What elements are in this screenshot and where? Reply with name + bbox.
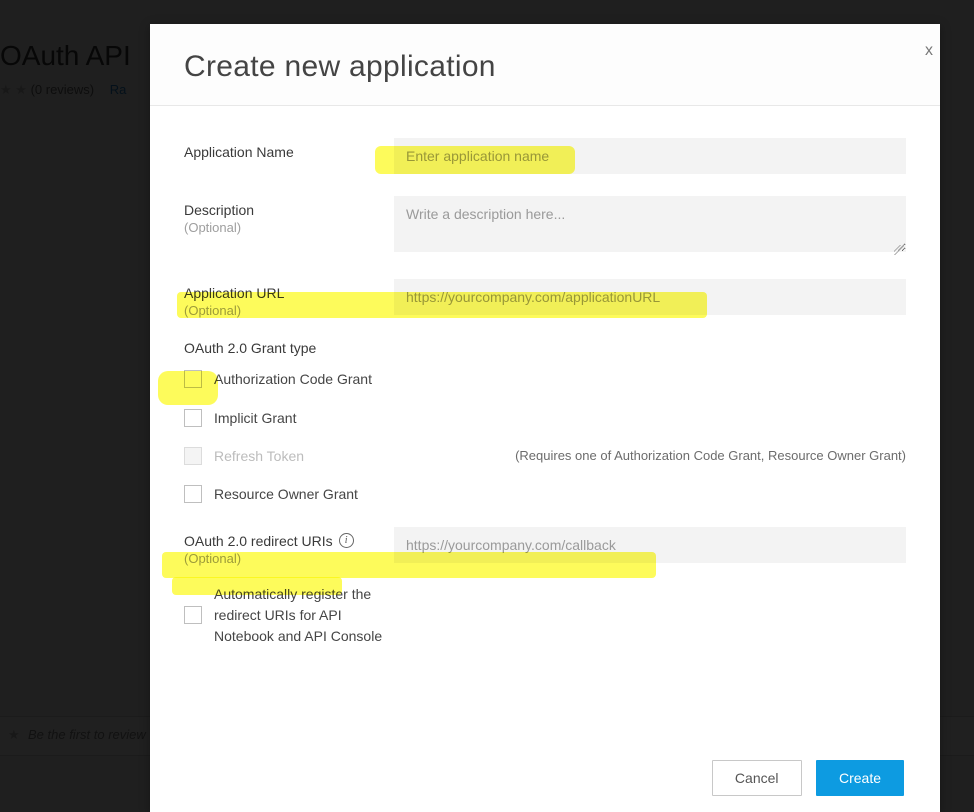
description-input[interactable]: [394, 196, 906, 252]
checkbox-refresh-token: [184, 447, 202, 465]
label-application-url: Application URL: [184, 285, 284, 301]
modal-header: Create new application: [150, 24, 940, 106]
grant-implicit[interactable]: Implicit Grant: [184, 409, 906, 427]
label-application-url-optional: (Optional): [184, 303, 394, 318]
checkbox-auto-register[interactable]: [184, 606, 202, 624]
label-authorization-code: Authorization Code Grant: [214, 370, 372, 389]
label-application-name: Application Name: [184, 138, 394, 160]
row-auto-register[interactable]: Automatically register the redirect URIs…: [184, 584, 906, 647]
grant-authorization-code[interactable]: Authorization Code Grant: [184, 370, 906, 389]
label-auto-register: Automatically register the redirect URIs…: [214, 584, 399, 647]
close-icon[interactable]: x: [918, 42, 940, 60]
row-application-url: Application URL (Optional): [184, 279, 906, 318]
label-refresh-token: Refresh Token: [214, 448, 304, 464]
row-application-name: Application Name: [184, 138, 906, 174]
redirect-uris-input[interactable]: [394, 527, 906, 563]
grant-type-group: Authorization Code Grant Implicit Grant …: [184, 370, 906, 503]
cancel-button[interactable]: Cancel: [712, 760, 802, 796]
application-url-input[interactable]: [394, 279, 906, 315]
grant-type-heading: OAuth 2.0 Grant type: [184, 340, 906, 356]
row-description: Description (Optional): [184, 196, 906, 257]
label-description: Description: [184, 202, 254, 218]
modal-body: Application Name Description (Optional) …: [150, 106, 940, 647]
row-redirect-uris: OAuth 2.0 redirect URIs i (Optional): [184, 527, 906, 566]
label-implicit: Implicit Grant: [214, 410, 296, 426]
modal-title: Create new application: [184, 50, 906, 84]
application-name-input[interactable]: [394, 138, 906, 174]
checkbox-resource-owner[interactable]: [184, 485, 202, 503]
checkbox-authorization-code[interactable]: [184, 370, 202, 388]
modal-footer: Cancel Create: [702, 760, 904, 796]
create-application-modal: x Create new application Application Nam…: [150, 24, 940, 812]
label-description-optional: (Optional): [184, 220, 394, 235]
checkbox-implicit[interactable]: [184, 409, 202, 427]
grant-resource-owner[interactable]: Resource Owner Grant: [184, 485, 906, 503]
info-icon[interactable]: i: [339, 533, 354, 548]
grant-refresh-token: Refresh Token (Requires one of Authoriza…: [184, 447, 906, 465]
label-resource-owner: Resource Owner Grant: [214, 486, 358, 502]
label-redirect-uris: OAuth 2.0 redirect URIs: [184, 533, 333, 549]
refresh-token-hint: (Requires one of Authorization Code Gran…: [515, 448, 906, 463]
create-button[interactable]: Create: [816, 760, 904, 796]
label-redirect-uris-optional: (Optional): [184, 551, 394, 566]
